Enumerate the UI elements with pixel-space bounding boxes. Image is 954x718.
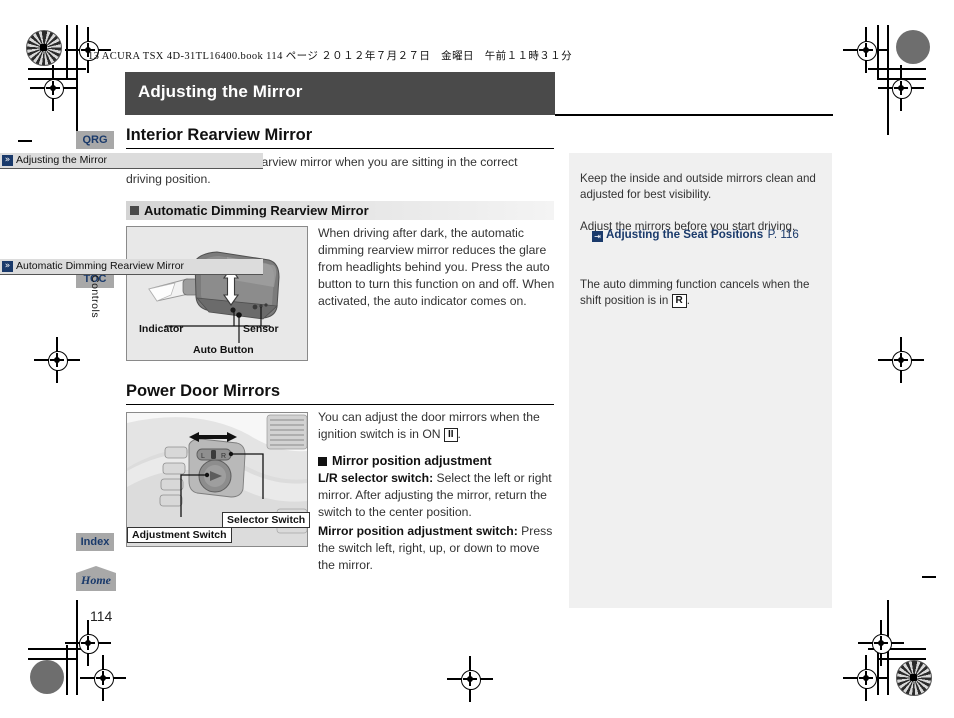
heading-rule: [126, 148, 554, 150]
note2-paragraph-1: The auto dimming function cancels when t…: [580, 277, 820, 309]
lr-selector-switch-label: L/R selector switch:: [318, 471, 434, 485]
section-heading-interior-rearview-mirror: Interior Rearview Mirror: [126, 126, 313, 144]
registration-crosshair: [878, 337, 924, 383]
callout-adjustment-switch: Adjustment Switch: [127, 527, 232, 543]
note1-paragraph-1: Keep the inside and outside mirrors clea…: [580, 172, 816, 201]
registration-crosshair: [447, 656, 493, 702]
note-divider: [0, 168, 263, 169]
registration-crosshair: [30, 65, 76, 111]
cross-reference-icon: ⇥: [592, 231, 603, 242]
registration-dot-mark: [896, 30, 930, 64]
square-bullet-icon: [318, 457, 327, 466]
section-label-controls: Controls: [89, 275, 101, 319]
section-heading-power-door-mirrors: Power Door Mirrors: [126, 382, 281, 400]
note2-text-a: The auto dimming function cancels when t…: [580, 278, 810, 307]
mirror-position-switch-label: Mirror position adjustment switch:: [318, 524, 518, 538]
sidebar-item-qrg[interactable]: QRG: [76, 131, 114, 149]
ignition-symbol-ii: II: [443, 428, 458, 442]
registration-star-mark: [26, 30, 62, 66]
svg-text:R: R: [221, 453, 226, 460]
section2-intro-b: .: [457, 427, 461, 441]
note-header-label: Automatic Dimming Rearview Mirror: [16, 260, 185, 272]
callout-auto-button: Auto Button: [193, 344, 254, 356]
registration-crosshair: [858, 620, 904, 666]
note-header-label: Adjusting the Mirror: [16, 154, 108, 166]
cross-reference-page: P. 116: [767, 228, 799, 241]
callout-indicator: Indicator: [139, 323, 184, 335]
section1-body-text: When driving after dark, the automatic d…: [318, 226, 555, 308]
section2-paragraph-lr-selector: L/R selector switch: Select the left or …: [318, 470, 558, 521]
print-run-header: 13 ACURA TSX 4D-31TL16400.book 114 ページ ２…: [88, 51, 572, 62]
sidebar-item-home[interactable]: Home: [76, 566, 116, 591]
subheading-mirror-position-adjustment: Mirror position adjustment: [332, 454, 492, 468]
registration-crosshair: [34, 337, 80, 383]
title-rule: [555, 114, 833, 116]
note-header-automatic-dimming: » Automatic Dimming Rearview Mirror: [0, 259, 263, 274]
note2-text-b: .: [686, 294, 690, 307]
manual-page: 13 ACURA TSX 4D-31TL16400.book 114 ページ ２…: [0, 0, 954, 718]
svg-text:L: L: [201, 453, 205, 460]
square-bullet-icon: [130, 206, 139, 215]
rearview-mirror-illustration: [127, 227, 307, 360]
heading-rule: [126, 404, 554, 406]
page-number: 114: [90, 608, 113, 624]
section2-intro-text: You can adjust the door mirrors when the…: [318, 409, 558, 443]
section2-intro-a: You can adjust the door mirrors when the…: [318, 410, 540, 441]
crop-mark: [922, 576, 936, 578]
note1-cross-reference[interactable]: ⇥ Adjusting the Seat Positions P. 116: [592, 225, 799, 243]
sidebar-item-label: Home: [81, 573, 111, 587]
callout-selector-switch: Selector Switch: [222, 512, 311, 528]
crop-mark: [18, 140, 32, 142]
cross-reference-label: Adjusting the Seat Positions: [606, 228, 764, 241]
shift-position-symbol-r: R: [671, 294, 687, 308]
subheading-automatic-dimming-band: Automatic Dimming Rearview Mirror: [126, 201, 554, 220]
registration-dot-mark: [30, 660, 64, 694]
note-divider: [0, 274, 263, 275]
note-marker-icon: »: [2, 261, 13, 272]
note-header-adjusting-the-mirror: » Adjusting the Mirror: [0, 153, 263, 168]
sidebar-item-label: Index: [80, 536, 110, 548]
note-marker-icon: »: [2, 155, 13, 166]
section2-paragraph-position-switch: Mirror position adjustment switch: Press…: [318, 523, 558, 574]
page-title: Adjusting the Mirror: [138, 82, 303, 101]
page-title-band: Adjusting the Mirror: [125, 72, 555, 115]
registration-crosshair: [878, 65, 924, 111]
figure-rearview-mirror: [126, 226, 308, 361]
sidebar-item-label: QRG: [82, 134, 108, 146]
callout-sensor: Sensor: [243, 323, 279, 335]
subheading-automatic-dimming: Automatic Dimming Rearview Mirror: [144, 203, 369, 218]
sidebar-item-index[interactable]: Index: [76, 533, 114, 551]
registration-crosshair: [80, 655, 126, 701]
